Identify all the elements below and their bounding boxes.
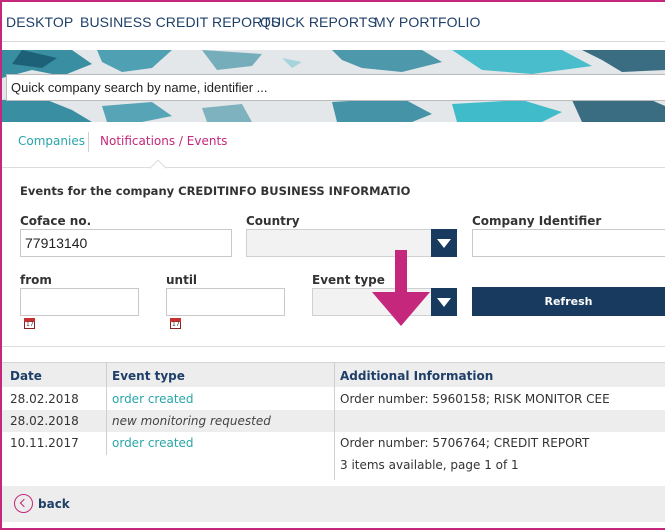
footer-bar: back — [2, 486, 665, 522]
column-header-date[interactable]: Date — [10, 369, 42, 383]
from-label: from — [20, 273, 52, 287]
refresh-button[interactable]: Refresh — [472, 287, 665, 316]
date-cell: 10.11.2017 — [10, 436, 79, 450]
tab-separator — [88, 132, 89, 152]
additional-information-cell: Order number: 5960158; RISK MONITOR CEE — [340, 392, 610, 406]
tab-notifications-events[interactable]: Notifications / Events — [100, 134, 227, 148]
tab-bar: Companies Notifications / Events — [2, 124, 665, 177]
until-label: until — [166, 273, 198, 287]
top-navigation: DESKTOP BUSINESS CREDIT REPORTS QUICK RE… — [2, 2, 665, 42]
date-cell: 28.02.2018 — [10, 414, 79, 428]
chevron-down-icon[interactable] — [431, 288, 457, 316]
country-label: Country — [246, 214, 300, 228]
chevron-down-icon[interactable] — [431, 229, 457, 257]
calendar-icon[interactable]: 17 — [170, 318, 181, 329]
event-type-cell: new monitoring requested — [112, 414, 271, 428]
event-type-link[interactable]: order created — [112, 392, 194, 406]
column-divider — [334, 362, 335, 480]
section-title: Events for the company CREDITINFO BUSINE… — [20, 184, 411, 198]
tab-companies[interactable]: Companies — [18, 134, 85, 148]
until-date-input[interactable] — [166, 288, 285, 316]
coface-no-label: Coface no. — [20, 214, 92, 228]
calendar-icon[interactable]: 17 — [24, 318, 35, 329]
company-identifier-label: Company Identifier — [472, 214, 602, 228]
quick-company-search-input[interactable]: Quick company search by name, identifier… — [6, 74, 665, 101]
nav-item-quick-reports[interactable]: QUICK REPORTS — [260, 14, 377, 30]
date-cell: 28.02.2018 — [10, 392, 79, 406]
pagination-info: 3 items available, page 1 of 1 — [340, 458, 519, 472]
coface-no-input[interactable]: 77913140 — [20, 229, 232, 257]
company-identifier-input[interactable] — [472, 229, 665, 257]
nav-item-business-credit-reports[interactable]: BUSINESS CREDIT REPORTS — [80, 14, 280, 30]
column-header-event-type[interactable]: Event type — [112, 369, 185, 383]
event-type-link[interactable]: order created — [112, 436, 194, 450]
nav-item-desktop[interactable]: DESKTOP — [6, 14, 73, 30]
back-link[interactable]: back — [38, 497, 70, 511]
back-arrow-icon[interactable] — [14, 494, 33, 513]
additional-information-cell: Order number: 5706764; CREDIT REPORT — [340, 436, 590, 450]
column-header-additional-information[interactable]: Additional Information — [340, 369, 493, 383]
section-divider — [2, 346, 665, 347]
from-date-input[interactable] — [20, 288, 139, 316]
nav-item-my-portfolio[interactable]: MY PORTFOLIO — [374, 14, 480, 30]
arrow-down-icon — [372, 250, 430, 326]
column-divider — [106, 362, 107, 455]
